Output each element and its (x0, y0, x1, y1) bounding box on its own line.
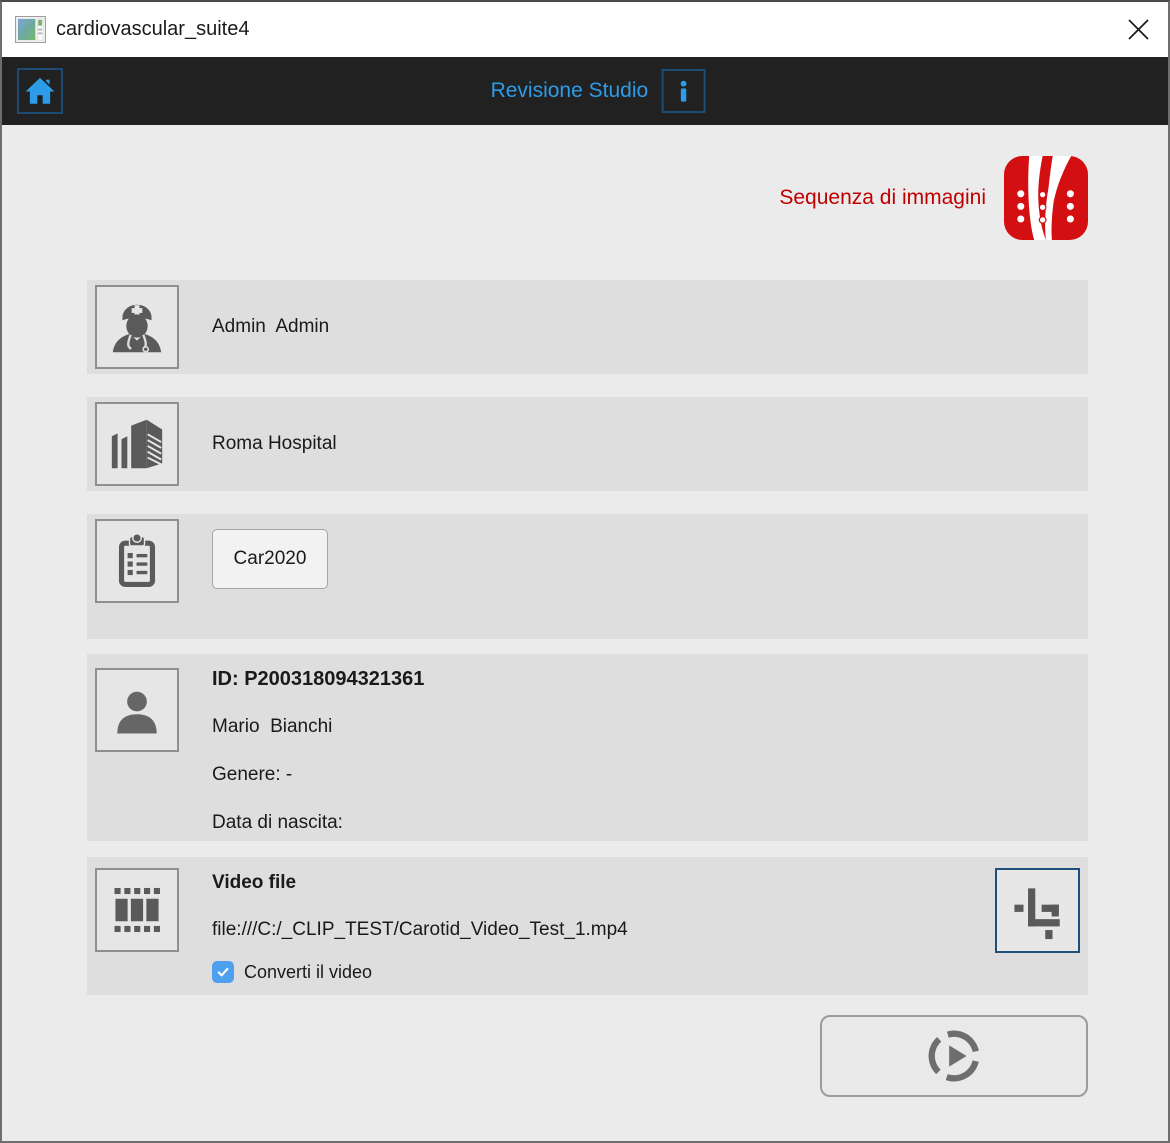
patient-icon (107, 680, 167, 740)
hospital-row: Roma Hospital (87, 397, 1088, 491)
content: Sequenza di immagini (2, 125, 1168, 1141)
close-button[interactable] (1108, 2, 1168, 57)
patient-iconbox (95, 668, 179, 752)
study-code-field[interactable]: Car2020 (212, 529, 328, 589)
artery-sequence-icon[interactable] (1004, 156, 1088, 240)
convert-video-label: Converti il video (244, 962, 372, 983)
home-button[interactable] (17, 68, 63, 114)
window-title: cardiovascular_suite4 (56, 18, 249, 41)
video-title: Video file (212, 871, 1088, 895)
video-iconbox (95, 868, 179, 952)
filmstrip-icon (107, 880, 167, 940)
doctor-icon (106, 296, 168, 358)
info-icon (670, 78, 696, 104)
close-icon (1127, 18, 1150, 41)
app-window: cardiovascular_suite4 Revisione Studio (0, 0, 1170, 1143)
play-button[interactable] (820, 1015, 1088, 1097)
hospital-icon (106, 413, 168, 475)
study-iconbox (95, 519, 179, 603)
video-details: Video file file:///C:/_CLIP_TEST/Carotid… (212, 857, 1088, 983)
operator-iconbox (95, 285, 179, 369)
patient-details: ID: P200318094321361 Mario Bianchi Gener… (212, 654, 1088, 835)
info-button[interactable] (661, 69, 705, 113)
study-row: Car2020 (87, 514, 1088, 639)
clipboard-icon (107, 531, 167, 591)
video-row: Video file file:///C:/_CLIP_TEST/Carotid… (87, 857, 1088, 995)
home-icon (24, 75, 56, 107)
patient-gender: Genere: - (212, 763, 1088, 787)
convert-video-row: Converti il video (212, 961, 1088, 983)
hospital-name: Roma Hospital (212, 397, 1088, 491)
operator-name: Admin Admin (212, 280, 1088, 374)
convert-video-checkbox[interactable] (212, 961, 234, 983)
crop-button[interactable] (995, 868, 1080, 953)
hospital-iconbox (95, 402, 179, 486)
sequence-banner-label: Sequenza di immagini (779, 186, 986, 210)
patient-row: ID: P200318094321361 Mario Bianchi Gener… (87, 654, 1088, 841)
titlebar: cardiovascular_suite4 (2, 2, 1168, 57)
operator-row: Admin Admin (87, 280, 1088, 374)
play-icon (923, 1025, 985, 1087)
check-icon (215, 964, 231, 980)
patient-birthdate: Data di nascita: (212, 811, 1088, 835)
page-title: Revisione Studio (491, 79, 649, 103)
appbar-center: Revisione Studio (491, 57, 706, 125)
appbar: Revisione Studio (2, 57, 1168, 125)
patient-id: ID: P200318094321361 (212, 667, 1088, 691)
app-icon (15, 16, 46, 43)
sequence-banner: Sequenza di immagini (779, 156, 1088, 240)
crop-icon (1009, 882, 1067, 940)
video-path: file:///C:/_CLIP_TEST/Carotid_Video_Test… (212, 918, 1088, 942)
patient-name: Mario Bianchi (212, 715, 1088, 739)
